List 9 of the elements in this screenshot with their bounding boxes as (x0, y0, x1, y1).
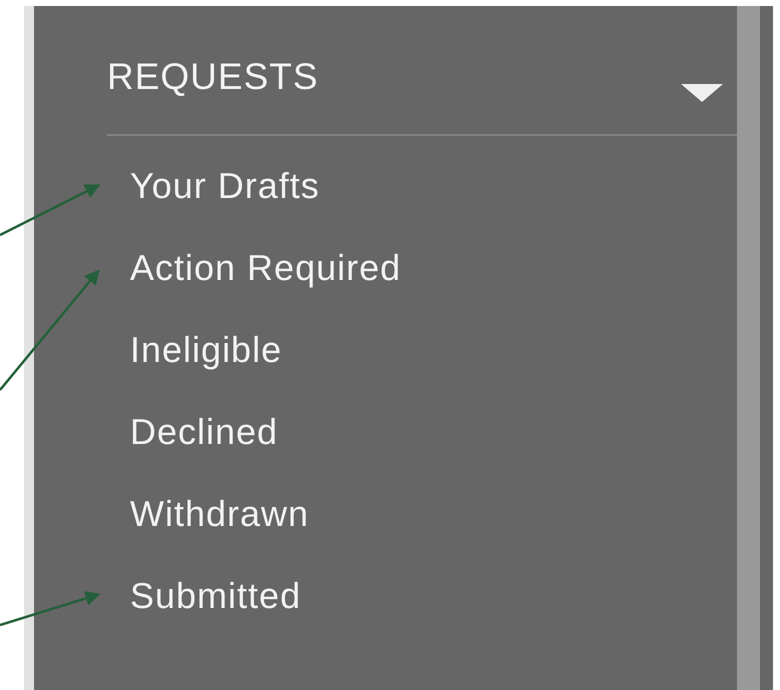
menu-item[interactable]: Your Drafts (130, 145, 320, 227)
menu-item[interactable]: Withdrawn (130, 473, 310, 555)
menu-item[interactable]: Declined (130, 391, 278, 473)
caret-icon[interactable] (679, 82, 725, 104)
menu-item[interactable]: Ineligible (130, 309, 282, 391)
scrollbar[interactable] (737, 6, 760, 690)
menu-item[interactable]: Action Required (130, 227, 402, 309)
section-title: REQUESTS (107, 56, 319, 98)
menu-item[interactable]: Submitted (130, 555, 302, 637)
